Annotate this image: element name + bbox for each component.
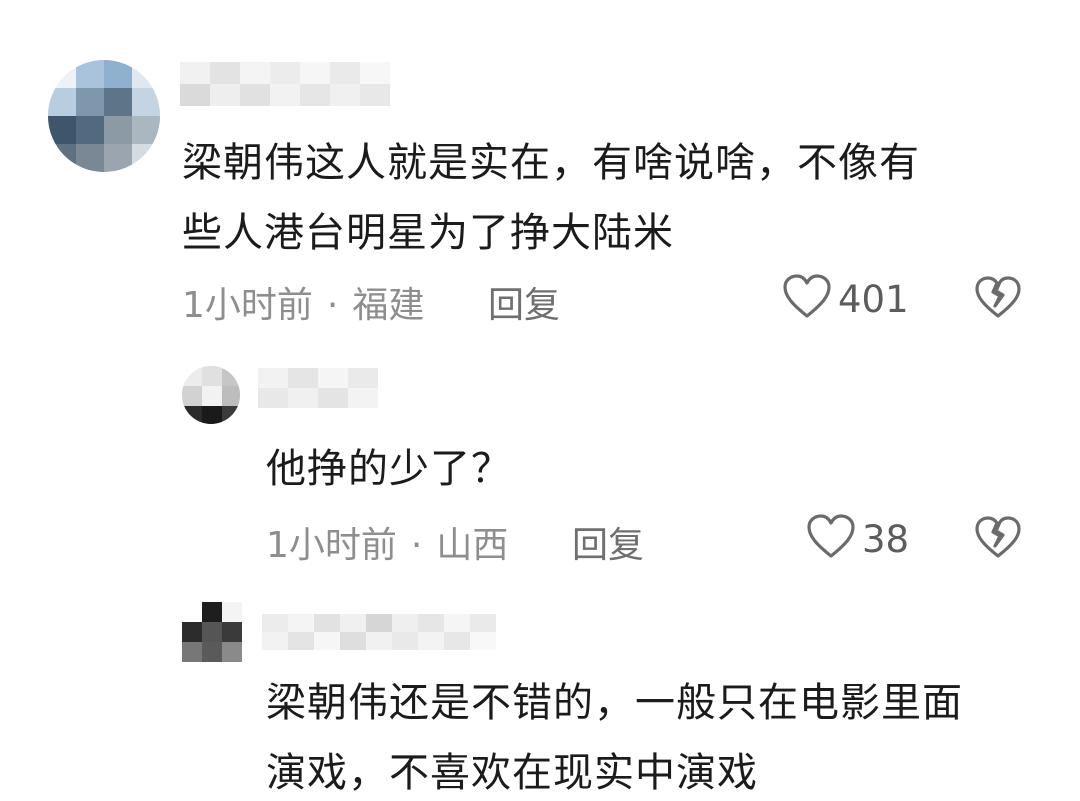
reply-button[interactable]: 回复 (572, 516, 644, 568)
meta-separator: · (326, 285, 339, 326)
broken-heart-icon (974, 276, 1022, 324)
username-blurred[interactable] (258, 368, 438, 408)
user-avatar[interactable] (48, 60, 160, 172)
user-avatar[interactable] (182, 366, 240, 424)
comment-time: 1小时前 (182, 285, 313, 326)
reply-item: 他挣的少了？ 1小时前 · 山西 回复 38 (0, 340, 1080, 580)
username-blurred[interactable] (180, 62, 420, 106)
username-blurred[interactable] (262, 614, 522, 650)
like-button[interactable]: 38 (806, 514, 909, 564)
reply-button[interactable]: 回复 (488, 276, 560, 328)
comment-text: 他挣的少了？ (266, 446, 512, 492)
like-count: 38 (862, 517, 910, 561)
heart-outline-icon (806, 514, 856, 564)
comment-time: 1小时前 (266, 525, 397, 566)
comment-list: 梁朝伟这人就是实在，有啥说啥，不像有 些人港台明星为了挣大陆米 1小时前 · 福建 … (0, 0, 1080, 801)
comment-meta: 1小时前 · 福建 (182, 276, 424, 328)
comment-item: 梁朝伟这人就是实在，有啥说啥，不像有 些人港台明星为了挣大陆米 1小时前 · 福建 … (0, 0, 1080, 340)
reply-item: 梁朝伟还是不错的，一般只在电影里面 演戏，不喜欢在现实中演戏 (0, 580, 1080, 801)
comment-text: 梁朝伟还是不错的，一般只在电影里面 演戏，不喜欢在现实中演戏 (266, 680, 963, 796)
dislike-button[interactable] (974, 516, 1022, 564)
dislike-button[interactable] (974, 276, 1022, 324)
comment-location: 山西 (436, 525, 509, 566)
meta-separator: · (410, 525, 423, 566)
like-button[interactable]: 401 (782, 274, 909, 324)
like-count: 401 (838, 277, 909, 321)
comment-location: 福建 (352, 285, 425, 326)
broken-heart-icon (974, 516, 1022, 564)
heart-outline-icon (782, 274, 832, 324)
comment-text: 梁朝伟这人就是实在，有啥说啥，不像有 些人港台明星为了挣大陆米 (182, 140, 920, 256)
comment-meta: 1小时前 · 山西 (266, 516, 508, 568)
user-avatar[interactable] (182, 602, 242, 662)
